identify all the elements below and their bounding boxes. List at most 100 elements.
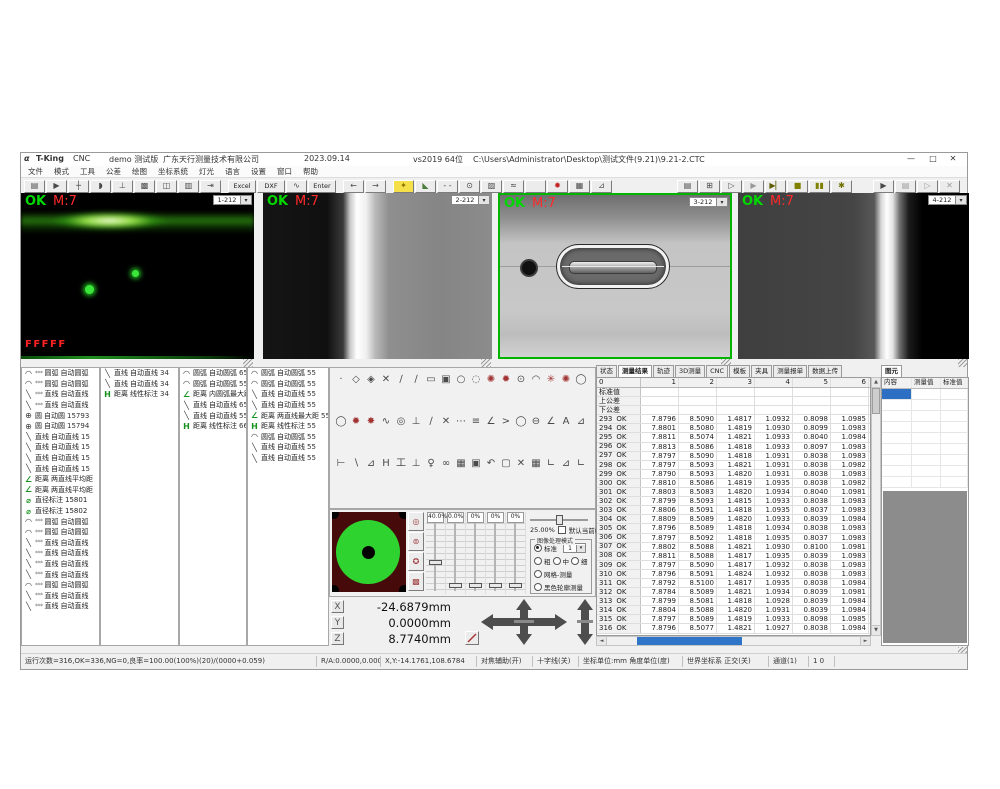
tool-icon[interactable]: ▣ (440, 374, 452, 386)
blank-button[interactable] (525, 180, 546, 193)
feature-item[interactable]: ╲直线自动直线55 (180, 410, 246, 421)
scroll-down-icon[interactable]: ▼ (872, 625, 880, 635)
tool-icon[interactable]: ✕ (440, 416, 452, 428)
tool-icon[interactable]: ∞ (440, 458, 452, 470)
mode-fine-radio[interactable] (571, 557, 579, 565)
wave-button[interactable]: ≈ (503, 180, 524, 193)
results-tab-4[interactable]: CNC (706, 365, 728, 377)
tool-icon[interactable]: ⊢ (335, 458, 347, 470)
save-button[interactable]: ▤ (24, 180, 45, 193)
dither-button[interactable]: ▦ (569, 180, 590, 193)
tool-icon[interactable]: ◯ (515, 416, 527, 428)
results-tab-0[interactable]: 状态 (596, 365, 617, 377)
grid-special-row[interactable]: 标准值 (597, 388, 870, 397)
mode-black-radio[interactable] (534, 583, 542, 591)
vertical-scrollbar[interactable]: ▲ ▼ (871, 377, 881, 636)
goto-button[interactable]: ⇥ (200, 180, 221, 193)
feature-item[interactable]: ╲***直线自动直线 (22, 548, 99, 559)
tool-icon[interactable]: ✕ (380, 374, 392, 386)
camera-2-image[interactable] (263, 193, 492, 359)
grid-data-row[interactable]: 312OK7.87848.50891.48211.09340.80391.098… (597, 588, 870, 597)
tool-icon[interactable]: ⊥ (410, 458, 422, 470)
chevron-down-icon[interactable]: ▾ (717, 197, 728, 207)
feature-item[interactable]: ◠圆弧自动圆弧65 (180, 368, 246, 379)
mode-medium-radio[interactable] (553, 557, 561, 565)
tool-icon[interactable]: ∠ (545, 416, 557, 428)
element-row[interactable] (882, 433, 968, 444)
feature-item[interactable]: ╲***直线自动直线 (22, 601, 99, 612)
feature-item[interactable]: ╲直线自动直线34 (101, 379, 178, 390)
element-row[interactable] (882, 455, 968, 466)
element-row[interactable] (882, 411, 968, 422)
element-row[interactable] (882, 422, 968, 433)
grid-data-row[interactable]: 307OK7.88028.50881.48211.09300.81001.098… (597, 543, 870, 552)
feature-item[interactable]: ◠***圆弧自动圆弧 (22, 580, 99, 591)
menu-item-0[interactable]: 文件 (28, 166, 43, 177)
feature-item[interactable]: ◠圆弧自动圆弧55 (180, 379, 246, 390)
grid-data-row[interactable]: 299OK7.87908.50931.48201.09310.80381.098… (597, 470, 870, 479)
grid-data-row[interactable]: 296OK7.88138.50861.48181.09330.80971.098… (597, 443, 870, 452)
light-slider-track[interactable] (426, 523, 445, 591)
light-slider-track[interactable] (446, 523, 465, 591)
menu-item-7[interactable]: 语言 (225, 166, 240, 177)
feature-item[interactable]: ╲***直线自动直线 (22, 389, 99, 400)
scrollbar-thumb[interactable] (637, 637, 742, 645)
grid-data-row[interactable]: 298OK7.87978.50931.48211.09310.80381.098… (597, 461, 870, 470)
menu-item-1[interactable]: 模式 (54, 166, 69, 177)
star-button[interactable]: ✹ (547, 180, 568, 193)
probe-button[interactable]: ◗ (90, 180, 111, 193)
save-results-button[interactable]: ▤ (677, 180, 698, 193)
feature-item[interactable]: ╲直线自动直线65 (180, 400, 246, 411)
grid-data-row[interactable]: 293OK7.87968.50901.48171.09320.80981.098… (597, 415, 870, 424)
diagonal-move-button[interactable] (465, 631, 479, 645)
feature-item[interactable]: ◠圆弧自动圆弧55 (248, 432, 328, 443)
menu-item-3[interactable]: 公差 (106, 166, 121, 177)
chevron-down-icon[interactable]: ▾ (956, 195, 967, 205)
move-stage-button[interactable]: ┼ (68, 180, 89, 193)
element-row[interactable] (882, 400, 968, 411)
tool-icon[interactable]: ✳ (545, 374, 557, 386)
results-tab-5[interactable]: 模板 (729, 365, 750, 377)
feature-item[interactable]: ⊕圆自动圆15794 (22, 421, 99, 432)
grid-data-row[interactable]: 316OK7.87968.50771.48211.09270.80381.098… (597, 624, 870, 633)
menu-item-6[interactable]: 灯光 (199, 166, 214, 177)
tool-icon[interactable]: ∖ (350, 458, 362, 470)
tool-icon[interactable]: ⊿ (560, 458, 572, 470)
element-tab[interactable]: 图元 (881, 365, 902, 377)
feature-item[interactable]: H距离线性标注66 (180, 421, 246, 432)
run-button[interactable]: ▶ (743, 180, 764, 193)
feature-item[interactable]: ╲直线自动直线55 (248, 442, 328, 453)
feature-item[interactable]: ╲直线自动直线15 (22, 463, 99, 474)
batch-button[interactable]: ⊞ (699, 180, 720, 193)
camera-view-4[interactable]: OK M:7 4-212 ▾ (738, 193, 969, 359)
tool-icon[interactable]: ⊿ (575, 416, 587, 428)
tool-icon[interactable]: ○ (455, 374, 467, 386)
camera-selector[interactable]: 3-212 ▾ (689, 197, 728, 207)
run-to-end-button[interactable]: ▶▏ (765, 180, 786, 193)
grid-special-row[interactable]: 上公差 (597, 397, 870, 406)
image-button[interactable]: ◣ (415, 180, 436, 193)
tool-icon[interactable]: ∕ (395, 374, 407, 386)
light-pattern-button-3[interactable]: ▩ (408, 572, 424, 591)
grid-data-row[interactable]: 301OK7.88038.50831.48201.09340.80401.098… (597, 488, 870, 497)
feature-item[interactable]: ╲直线自动直线55 (248, 389, 328, 400)
results-tab-3[interactable]: 3D测量 (675, 365, 705, 377)
tool-icon[interactable]: H (380, 458, 392, 470)
feature-item[interactable]: ╲直线自动直线55 (248, 400, 328, 411)
setup-button[interactable]: ✱ (831, 180, 852, 193)
feature-item[interactable]: ╲***直线自动直线 (22, 569, 99, 580)
grid-data-row[interactable]: 305OK7.87968.50891.48181.09340.80381.098… (597, 524, 870, 533)
tool-icon[interactable]: ◯ (335, 416, 347, 428)
minus-button[interactable]: - - (437, 180, 458, 193)
menu-item-5[interactable]: 坐标系统 (158, 166, 188, 177)
scroll-up-icon[interactable]: ▲ (872, 378, 880, 388)
light-slider-thumb[interactable] (489, 583, 502, 588)
feature-item[interactable]: ╲直线自动直线34 (101, 368, 178, 379)
chevron-down-icon[interactable]: ▾ (479, 195, 490, 205)
tool-icon[interactable]: ∠ (485, 416, 497, 428)
grid-data-row[interactable]: 308OK7.88118.50881.48171.09350.80391.098… (597, 552, 870, 561)
tool-icon[interactable]: ▦ (530, 458, 542, 470)
light-slider-thumb[interactable] (469, 583, 482, 588)
grid-data-row[interactable]: 315OK7.87978.50891.48191.09330.80981.098… (597, 615, 870, 624)
tool-icon[interactable]: 工 (395, 458, 407, 470)
